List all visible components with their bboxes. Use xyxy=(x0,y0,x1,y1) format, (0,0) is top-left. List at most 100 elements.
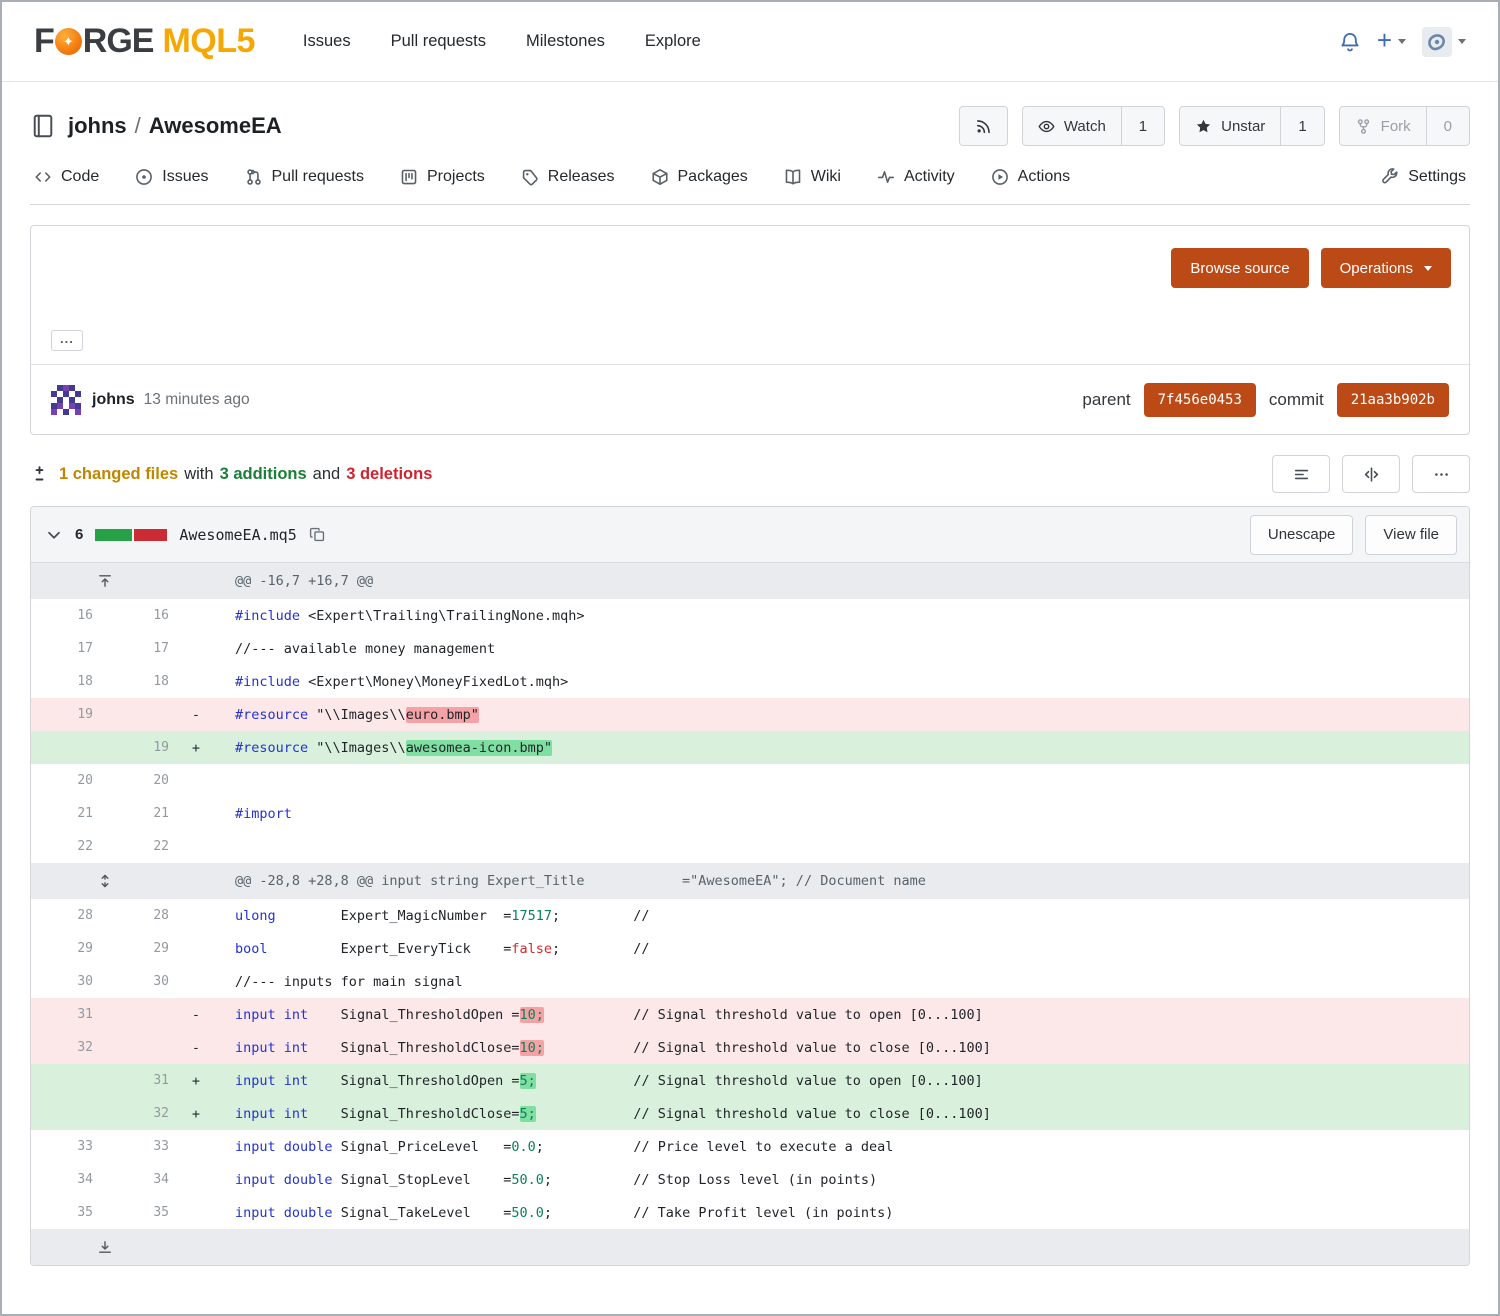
expand-down xyxy=(97,1239,113,1255)
diff-marker xyxy=(179,797,213,830)
old-line-number: 21 xyxy=(31,797,103,830)
repo-name-link[interactable]: AwesomeEA xyxy=(149,113,282,139)
site-logo[interactable]: F ✦ RGE MQL5 xyxy=(34,22,255,61)
diff-line-ctx: 3535input double Signal_TakeLevel =50.0;… xyxy=(31,1196,1469,1229)
tab-releases[interactable]: Releases xyxy=(521,168,615,186)
tab-issues[interactable]: Issues xyxy=(135,168,208,186)
parent-hash-button[interactable]: 7f456e0453 xyxy=(1144,383,1256,417)
new-line-number: 34 xyxy=(103,1163,179,1196)
tab-wiki[interactable]: Wiki xyxy=(784,168,841,186)
changed-files-link[interactable]: 1 changed files xyxy=(59,465,178,484)
nav-link-pull-requests[interactable]: Pull requests xyxy=(391,32,486,51)
nav-link-issues[interactable]: Issues xyxy=(303,32,351,51)
diff-marker xyxy=(179,932,213,965)
file-name[interactable]: AwesomeEA.mq5 xyxy=(179,526,296,544)
hunk-header-text: @@ -16,7 +16,7 @@ xyxy=(179,563,1469,599)
author-name-link[interactable]: johns xyxy=(92,391,135,409)
diff-line-del: 32-input int Signal_ThresholdClose=10; /… xyxy=(31,1031,1469,1064)
tab-label: Activity xyxy=(904,168,955,186)
create-menu[interactable]: + xyxy=(1377,30,1406,53)
logo-text-f: F xyxy=(34,22,54,61)
tab-activity[interactable]: Activity xyxy=(877,168,955,186)
commit-hash-button[interactable]: 21aa3b902b xyxy=(1337,383,1449,417)
tab-settings[interactable]: Settings xyxy=(1381,168,1466,186)
split-view-button[interactable] xyxy=(1342,455,1400,493)
logo-mql5: MQL5 xyxy=(162,22,254,61)
diff-marker xyxy=(179,665,213,698)
author-avatar[interactable] xyxy=(51,385,81,415)
expand-up xyxy=(97,573,113,589)
diffstat-additions xyxy=(95,529,132,541)
nav-link-milestones[interactable]: Milestones xyxy=(526,32,605,51)
repo-owner-link[interactable]: johns xyxy=(68,113,127,139)
diff-icon xyxy=(30,465,49,484)
star-button-group: Unstar 1 xyxy=(1179,106,1325,146)
view-file-button[interactable]: View file xyxy=(1365,515,1457,555)
nav-link-explore[interactable]: Explore xyxy=(645,32,701,51)
expand-up-button[interactable] xyxy=(31,563,179,599)
diff-marker xyxy=(179,764,213,797)
caret-down-icon xyxy=(1398,39,1406,44)
diff-line-ctx: 2929bool Expert_EveryTick =false; // xyxy=(31,932,1469,965)
tab-pull-requests[interactable]: Pull requests xyxy=(245,168,365,186)
user-menu[interactable] xyxy=(1422,27,1466,57)
parent-label: parent xyxy=(1082,390,1130,410)
code-line: input int Signal_ThresholdOpen =10; // S… xyxy=(213,998,1469,1031)
whitespace-options-button[interactable] xyxy=(1272,455,1330,493)
logo-o-icon: ✦ xyxy=(55,28,82,55)
expand-down-button[interactable] xyxy=(31,1229,179,1265)
diff-expand-row xyxy=(31,1229,1469,1265)
diffstat-bar xyxy=(95,529,167,541)
diff-line-ctx: 1717//--- available money management xyxy=(31,632,1469,665)
diff-option-buttons xyxy=(1272,455,1470,493)
pull-request-icon xyxy=(245,168,263,186)
old-line-number: 17 xyxy=(31,632,103,665)
old-line-number: 16 xyxy=(31,599,103,632)
operations-dropdown[interactable]: Operations xyxy=(1321,248,1451,288)
diff-line-add: 19+#resource "\\Images\\awesomea-icon.bm… xyxy=(31,731,1469,764)
new-line-number xyxy=(103,998,179,1031)
diff-marker: + xyxy=(179,731,213,764)
diff-marker xyxy=(179,1130,213,1163)
watch-count[interactable]: 1 xyxy=(1121,107,1164,145)
tab-actions[interactable]: Actions xyxy=(991,168,1070,186)
rss-button[interactable] xyxy=(959,106,1008,146)
code-line: #resource "\\Images\\euro.bmp" xyxy=(213,698,1469,731)
new-line-number: 20 xyxy=(103,764,179,797)
watch-button[interactable]: Watch xyxy=(1023,107,1121,145)
new-line-number: 31 xyxy=(103,1064,179,1097)
logo-text-rge: RGE xyxy=(83,22,154,61)
watch-button-group: Watch 1 xyxy=(1022,106,1165,146)
diff-file-header: 6 AwesomeEA.mq5 Unescape View file xyxy=(31,507,1469,563)
chevron-down-icon[interactable] xyxy=(45,526,63,544)
unescape-button[interactable]: Unescape xyxy=(1250,515,1354,555)
tab-projects[interactable]: Projects xyxy=(400,168,485,186)
tab-packages[interactable]: Packages xyxy=(651,168,748,186)
fork-count[interactable]: 0 xyxy=(1426,107,1469,145)
commit-hashes: parent 7f456e0453 commit 21aa3b902b xyxy=(1082,383,1449,417)
tab-label: Releases xyxy=(548,168,615,186)
commit-message-area: Browse source Operations ... xyxy=(31,226,1469,364)
old-line-number: 20 xyxy=(31,764,103,797)
new-line-number xyxy=(103,698,179,731)
tab-label: Projects xyxy=(427,168,485,186)
code-line: input int Signal_ThresholdOpen =5; // Si… xyxy=(213,1064,1469,1097)
more-options-button[interactable] xyxy=(1412,455,1470,493)
code-line: input double Signal_StopLevel =50.0; // … xyxy=(213,1163,1469,1196)
diff-line-ctx: 1616#include <Expert\Trailing\TrailingNo… xyxy=(31,599,1469,632)
copy-icon[interactable] xyxy=(309,526,326,543)
new-line-number: 35 xyxy=(103,1196,179,1229)
old-line-number xyxy=(31,1064,103,1097)
old-line-number: 34 xyxy=(31,1163,103,1196)
tab-code[interactable]: Code xyxy=(34,168,99,186)
star-count[interactable]: 1 xyxy=(1280,107,1323,145)
unstar-button[interactable]: Unstar xyxy=(1180,107,1280,145)
expand-both-button[interactable] xyxy=(31,863,179,899)
code-line: //--- available money management xyxy=(213,632,1469,665)
star-icon xyxy=(1195,118,1212,135)
fork-button[interactable]: Fork xyxy=(1340,107,1426,145)
browse-source-button[interactable]: Browse source xyxy=(1171,248,1308,288)
notifications-button[interactable] xyxy=(1339,31,1361,53)
expand-commit-message-button[interactable]: ... xyxy=(51,330,83,351)
code-line: input int Signal_ThresholdClose=5; // Si… xyxy=(213,1097,1469,1130)
